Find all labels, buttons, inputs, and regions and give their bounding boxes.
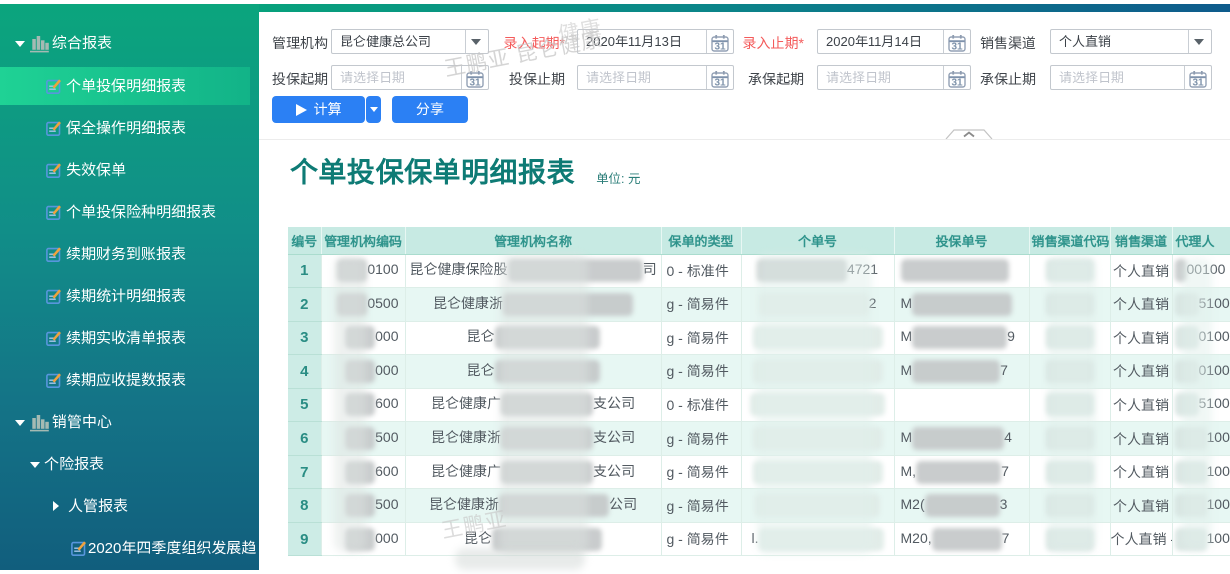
svg-text:31: 31 <box>469 78 481 88</box>
svg-text:31: 31 <box>1192 78 1204 88</box>
